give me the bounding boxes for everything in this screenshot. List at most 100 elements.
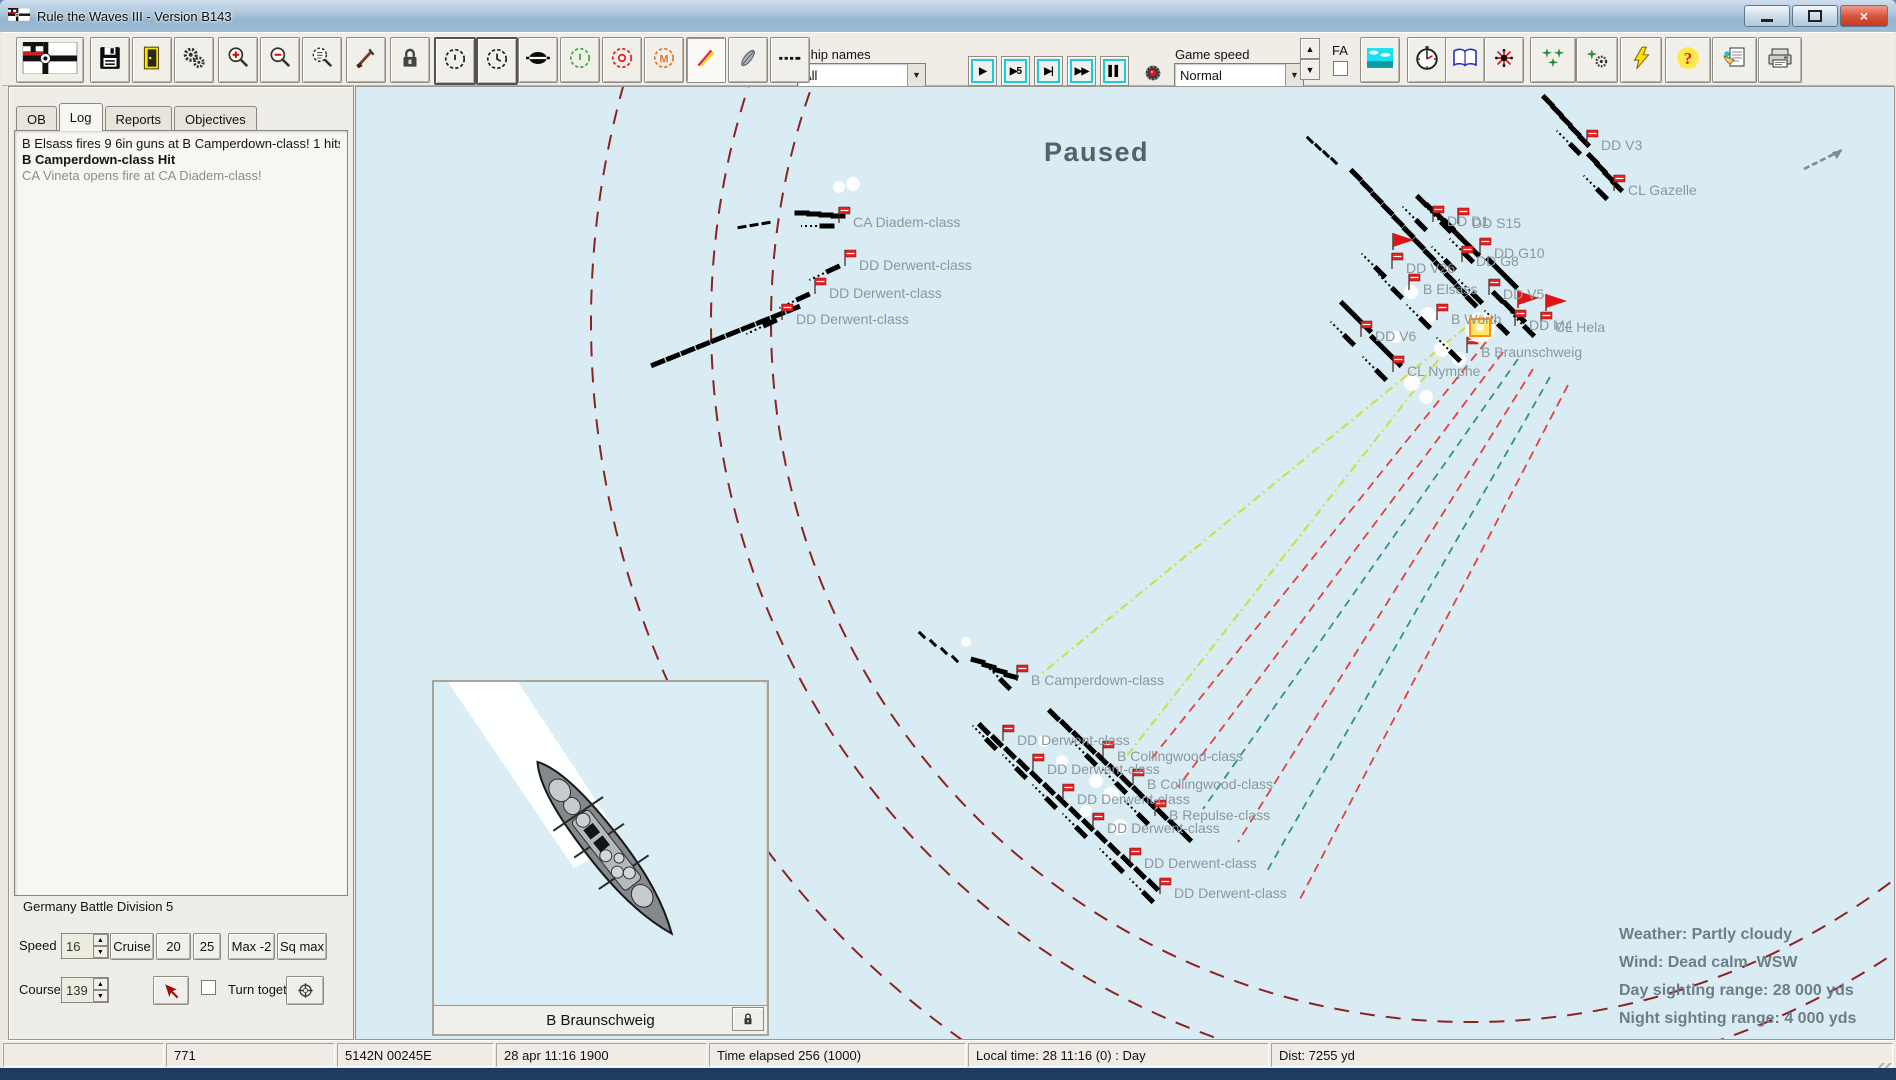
lightning-button[interactable]: [1620, 37, 1662, 83]
play-icon: ▶: [971, 59, 994, 83]
zoom-in-button[interactable]: [218, 37, 258, 83]
weather-line: Weather: Partly cloudy: [1619, 926, 1793, 943]
ship-label[interactable]: DD V5: [1503, 286, 1544, 302]
play-5-button[interactable]: ▶5: [1001, 56, 1030, 86]
speed-up-button[interactable]: ▲: [1300, 38, 1320, 59]
chevron-down-icon: ▼: [907, 64, 925, 86]
ship-names-dropdown[interactable]: All ▼: [797, 63, 926, 87]
tab-reports[interactable]: Reports: [104, 106, 173, 131]
aircraft-settings-button[interactable]: [1576, 37, 1618, 83]
play-step-button[interactable]: ▶|: [1034, 56, 1063, 86]
ship-label[interactable]: DD V6: [1375, 328, 1416, 344]
lock-icon: [744, 1013, 752, 1025]
help-button[interactable]: ?: [1665, 37, 1711, 83]
status-cell: Local time: 28 11:16 (0) : Day: [968, 1043, 1269, 1067]
ship-label[interactable]: CL Hela: [1555, 319, 1605, 335]
ship-label[interactable]: DD Derwent-class: [1174, 885, 1287, 901]
tab-objectives[interactable]: Objectives: [174, 106, 257, 131]
aircraft-formation-icon: [1540, 45, 1566, 76]
gears-icon: [181, 45, 207, 76]
lock-button[interactable]: [390, 37, 430, 83]
ship-label[interactable]: DD V3: [1601, 137, 1642, 153]
maximize-button[interactable]: [1792, 5, 1838, 27]
stopwatch-button[interactable]: [1407, 37, 1447, 83]
ship-label[interactable]: B Camperdown-class: [1031, 672, 1164, 688]
minimize-button[interactable]: [1744, 5, 1790, 27]
ship-label[interactable]: CA Diadem-class: [853, 214, 960, 230]
exit-door-button[interactable]: [132, 37, 172, 83]
ship-label[interactable]: DD Derwent-class: [1017, 732, 1130, 748]
torpedo-button[interactable]: [728, 37, 768, 83]
ship-label[interactable]: DD S15: [1472, 215, 1521, 231]
shell-splash-button[interactable]: [686, 37, 726, 83]
weather-icon: [1367, 45, 1393, 76]
report-button[interactable]: [1712, 37, 1757, 83]
pause-button[interactable]: ▌▌: [1100, 56, 1129, 86]
clock-button[interactable]: [476, 37, 518, 85]
ship-label[interactable]: B Wörth: [1451, 311, 1502, 327]
book-button[interactable]: [1445, 37, 1485, 83]
ship-label[interactable]: DD Derwent-class: [1144, 855, 1257, 871]
ship-label[interactable]: DD Derwent-class: [1077, 791, 1190, 807]
speed-decrease-button[interactable]: ▼: [92, 946, 108, 958]
play-fast-button[interactable]: ▶▶: [1067, 56, 1096, 86]
speed-preset-20[interactable]: 20: [156, 933, 191, 960]
zoom-out-button[interactable]: [260, 37, 300, 83]
tab-log[interactable]: Log: [58, 103, 103, 131]
inset-lock-button[interactable]: [732, 1007, 764, 1031]
gears-button[interactable]: [174, 37, 214, 83]
zoom-fit-button[interactable]: [302, 37, 342, 83]
ship-label[interactable]: B Elsass: [1423, 281, 1477, 297]
ship-label[interactable]: DD Derwent-class: [1107, 820, 1220, 836]
green-circle-button[interactable]: [560, 37, 600, 83]
tab-ob[interactable]: OB: [16, 106, 57, 131]
course-decrease-button[interactable]: ▼: [92, 990, 108, 1002]
fa-checkbox[interactable]: [1333, 61, 1348, 76]
ship-ellipse-button[interactable]: [518, 37, 558, 83]
orange-m-circle-button[interactable]: M: [644, 37, 684, 83]
close-button[interactable]: ×: [1840, 5, 1888, 27]
aircraft-formation-button[interactable]: [1530, 37, 1576, 83]
dotted-line-button[interactable]: [770, 37, 810, 83]
weather-line: Day sighting range: 28 000 yds: [1619, 982, 1854, 999]
speed-preset-max--2[interactable]: Max -2: [228, 933, 275, 960]
battle-log[interactable]: B Elsass fires 9 6in guns at B Camperdow…: [14, 130, 348, 896]
german-ensign-button[interactable]: [16, 37, 84, 83]
ship-label[interactable]: CL Gazelle: [1628, 182, 1697, 198]
app-window: Rule the Waves III - Version B143 × Ship…: [0, 0, 1896, 1080]
orange-m-circle-icon: M: [651, 45, 677, 76]
compass-icon: [297, 983, 313, 998]
speed-preset-sq-max[interactable]: Sq max: [277, 933, 327, 960]
speed-down-button[interactable]: ▼: [1300, 59, 1320, 80]
ship-label[interactable]: DD Derwent-class: [1047, 761, 1160, 777]
red-circle-button[interactable]: [602, 37, 642, 83]
printer-button[interactable]: [1758, 37, 1802, 83]
shell-splash-icon: [693, 45, 719, 76]
ship-label[interactable]: B Braunschweig: [1481, 344, 1582, 360]
speed-increase-button[interactable]: ▲: [92, 934, 108, 946]
ship-label[interactable]: CL Nymphe: [1407, 363, 1480, 379]
play-button[interactable]: ▶: [968, 56, 997, 86]
minimize-icon: [1761, 18, 1773, 22]
knob-icon[interactable]: [1142, 62, 1164, 84]
speed-preset-25[interactable]: 25: [193, 933, 221, 960]
save-button[interactable]: [90, 37, 130, 83]
course-increase-button[interactable]: ▲: [92, 978, 108, 990]
ship-label[interactable]: DD G8: [1476, 253, 1519, 269]
game-speed-dropdown[interactable]: Normal ▼: [1174, 63, 1304, 87]
speed-preset-cruise[interactable]: Cruise: [110, 933, 154, 960]
formation-button[interactable]: [286, 976, 324, 1005]
ship-top-view: [434, 682, 763, 1002]
gun-button[interactable]: [346, 37, 386, 83]
ship-label[interactable]: B Collingwood-class: [1147, 776, 1273, 792]
ship-label[interactable]: DD Derwent-class: [796, 311, 909, 327]
clock-outline-button[interactable]: [434, 37, 476, 85]
turn-together-checkbox[interactable]: [201, 980, 216, 995]
weather-button[interactable]: [1360, 37, 1400, 83]
ship-label[interactable]: DD Derwent-class: [859, 257, 972, 273]
set-course-button[interactable]: [153, 976, 189, 1005]
ship-label[interactable]: DD Derwent-class: [829, 285, 942, 301]
course-spinbox: 139 ▲ ▼: [61, 977, 109, 1003]
ship-label[interactable]: DD V26: [1406, 260, 1455, 276]
mine-burst-button[interactable]: [1484, 37, 1524, 83]
